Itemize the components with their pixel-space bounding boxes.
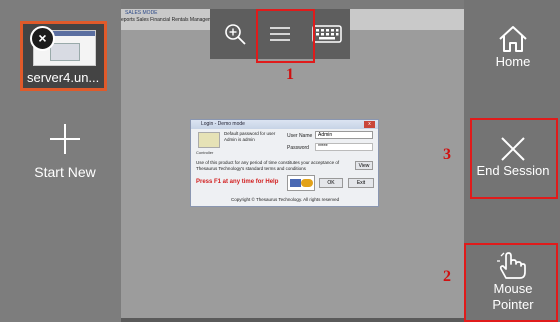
annotation-box-menu bbox=[256, 9, 315, 63]
home-button[interactable]: Home bbox=[469, 24, 557, 84]
plus-icon bbox=[50, 124, 80, 154]
card-mastercard-icon bbox=[301, 179, 313, 187]
start-new-button[interactable]: Start New bbox=[20, 112, 110, 192]
annotation-number-1: 1 bbox=[286, 66, 294, 83]
session-tile-label: server4.un... bbox=[27, 70, 100, 85]
view-terms-button[interactable]: View bbox=[355, 161, 373, 170]
app-window: server4.un... × Start New SALES MODE epo… bbox=[0, 0, 560, 322]
user-name-field[interactable]: Admin bbox=[315, 131, 373, 139]
zoom-in-icon bbox=[225, 24, 246, 45]
home-icon bbox=[499, 26, 527, 52]
controller-logo bbox=[198, 132, 220, 148]
card-visa-icon bbox=[290, 179, 301, 187]
remote-bottom-bar bbox=[121, 318, 464, 322]
home-label: Home bbox=[495, 54, 531, 69]
exit-button[interactable]: Exit bbox=[348, 178, 374, 188]
controller-logo-label: Controller bbox=[196, 150, 214, 155]
user-name-label: User Name bbox=[287, 133, 313, 139]
default-password-info: Default password for user Admin is admin bbox=[224, 131, 276, 142]
ok-button[interactable]: OK bbox=[319, 178, 343, 188]
close-session-icon[interactable]: × bbox=[30, 26, 55, 51]
zoom-button[interactable] bbox=[210, 9, 260, 59]
payment-cards-icon bbox=[287, 175, 315, 191]
login-dialog: Login - Demo mode x Controller Default p… bbox=[190, 119, 379, 207]
annotation-box-end-session bbox=[470, 118, 558, 199]
annotation-number-3: 3 bbox=[443, 146, 451, 163]
keyboard-icon bbox=[311, 25, 342, 43]
thumbnail-dialog bbox=[50, 43, 80, 61]
remote-mode-text: SALES MODE bbox=[125, 10, 158, 16]
dialog-title: Login - Demo mode bbox=[191, 120, 378, 129]
annotation-number-2: 2 bbox=[443, 268, 451, 285]
copyright-text: Copyright © Thesaurus Technology. All ri… bbox=[231, 197, 340, 202]
dialog-close-button[interactable]: x bbox=[364, 121, 375, 128]
start-new-label: Start New bbox=[34, 164, 96, 180]
password-label: Password bbox=[287, 145, 309, 151]
help-hint: Press F1 at any time for Help bbox=[196, 179, 279, 185]
terms-text: Use of this product for any period of ti… bbox=[196, 160, 340, 171]
sessions-sidebar: server4.un... × Start New bbox=[0, 0, 121, 322]
annotation-box-mouse-pointer bbox=[464, 243, 558, 322]
password-field[interactable]: ***** bbox=[315, 143, 373, 151]
